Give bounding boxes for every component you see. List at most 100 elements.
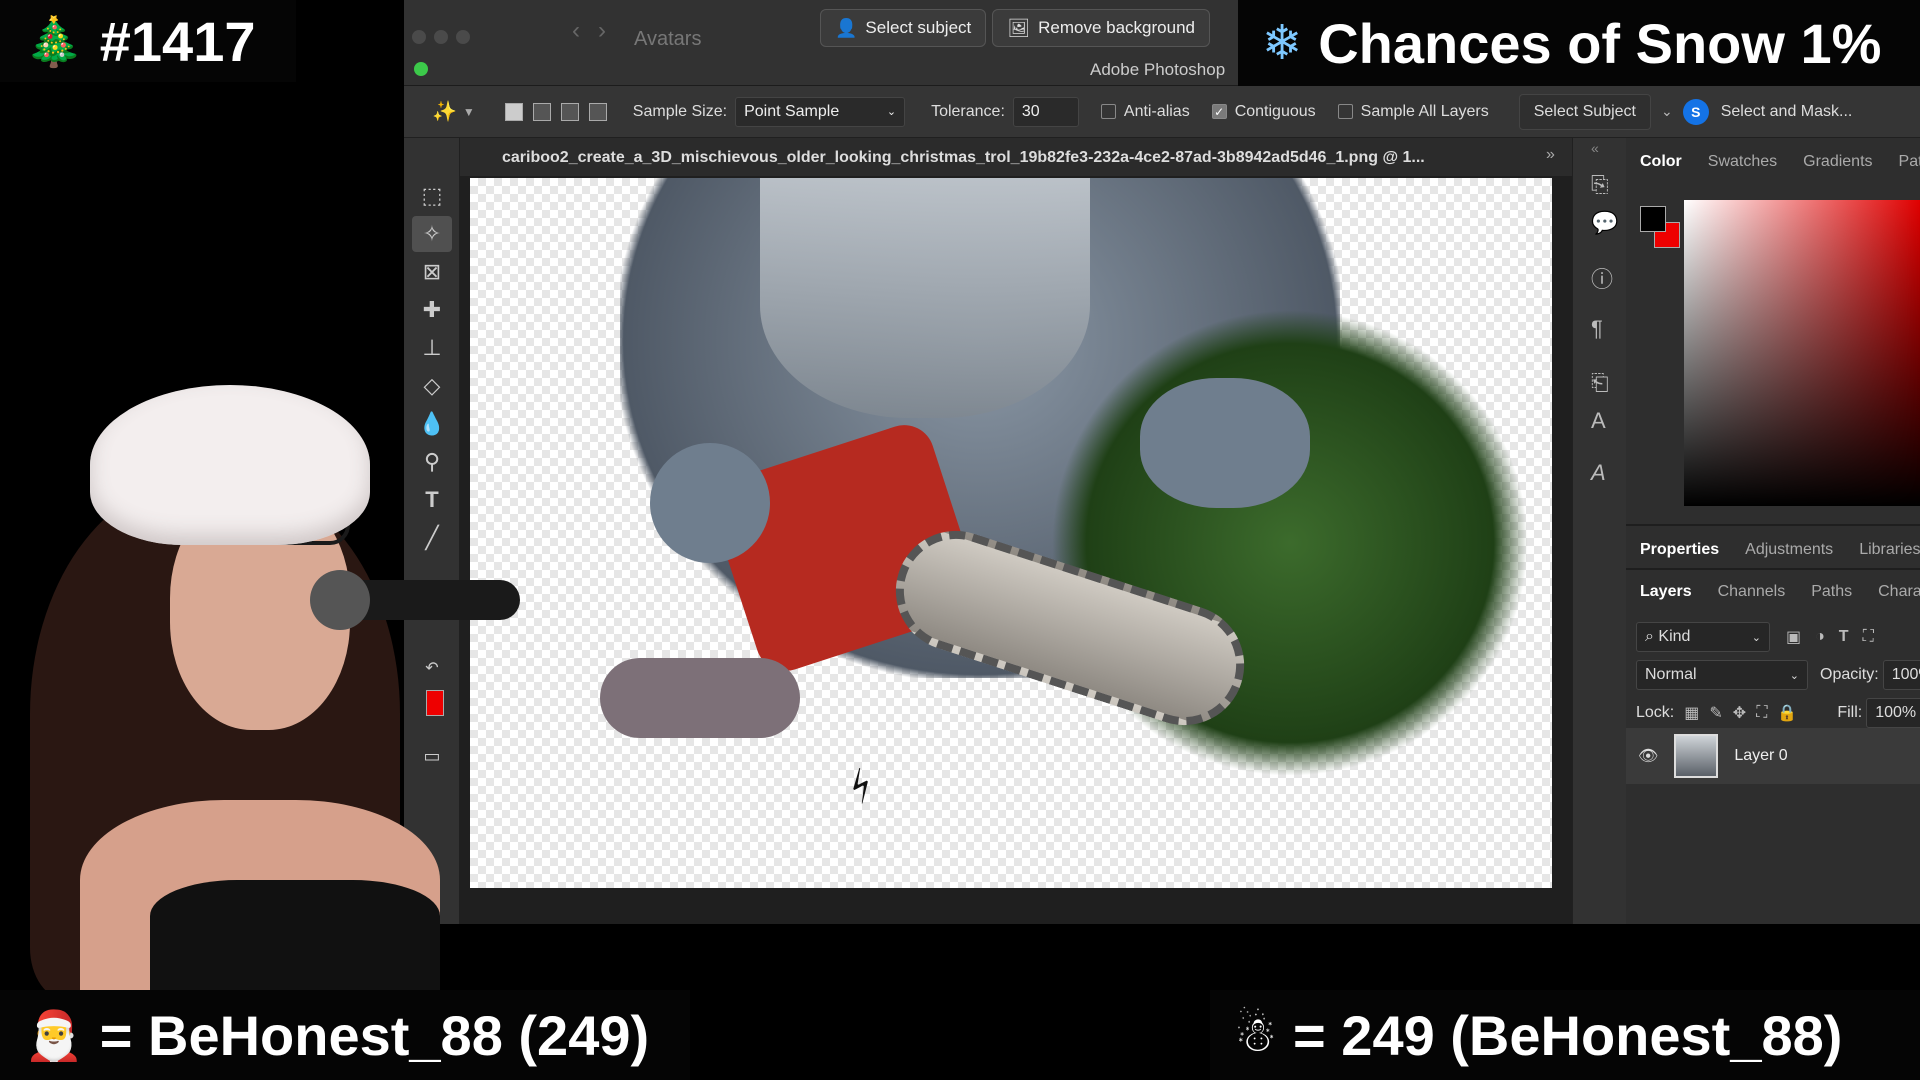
eye-icon[interactable]: 👁 xyxy=(1638,746,1658,766)
fill-input[interactable]: 100% xyxy=(1866,698,1920,728)
intersect-selection-mode-button[interactable] xyxy=(588,102,607,121)
contiguous-label: Contiguous xyxy=(1234,102,1316,120)
close-window-button[interactable] xyxy=(412,30,426,44)
leaderboard-left: 🎅 = BeHonest_88 (249) xyxy=(0,990,690,1080)
tab-patterns[interactable]: Patt xyxy=(1899,153,1920,171)
new-selection-mode-button[interactable] xyxy=(504,102,523,121)
tool-preset-chevron-icon[interactable]: ▼ xyxy=(463,105,475,119)
tab-channels[interactable]: Channels xyxy=(1718,583,1786,601)
leaderboard-left-text: = BeHonest_88 (249) xyxy=(99,1003,650,1067)
pixel-filter-icon[interactable]: ▣ xyxy=(1786,627,1801,647)
lock-position-icon[interactable]: ✥ xyxy=(1733,703,1746,723)
fill-label: Fill: xyxy=(1837,704,1863,721)
color-panel-tabs: Color Swatches Gradients Patt xyxy=(1626,142,1920,182)
add-selection-mode-button[interactable] xyxy=(532,102,551,121)
sample-all-layers-checkbox[interactable] xyxy=(1337,104,1353,119)
santa-emoji-icon: 🎅 xyxy=(24,1007,84,1064)
layers-panel-tabs: Layers Channels Paths Charac xyxy=(1626,572,1920,612)
tab-character[interactable]: Charac xyxy=(1878,583,1920,601)
tab-libraries[interactable]: Libraries xyxy=(1859,541,1920,559)
character-styles-icon[interactable]: A xyxy=(1591,408,1606,434)
troll-hand-right-image xyxy=(1140,378,1310,508)
app-title: Adobe Photoshop xyxy=(1090,60,1226,79)
healing-brush-icon[interactable]: ✚ xyxy=(412,292,452,328)
troll-beard-image xyxy=(760,178,1090,418)
home-tab-avatars[interactable]: Avatars xyxy=(634,28,701,51)
troll-hand-left-image xyxy=(650,443,770,563)
zoom-window-button[interactable] xyxy=(456,30,470,44)
history-icon[interactable]: ⎘ xyxy=(1591,172,1609,198)
info-icon[interactable]: ⓘ xyxy=(1591,262,1613,294)
minimize-window-button[interactable] xyxy=(434,30,448,44)
document-tab[interactable]: cariboo2_create_a_3D_mischievous_older_l… xyxy=(460,140,1638,176)
contiguous-checkbox[interactable]: ✓ xyxy=(1211,104,1227,119)
select-subject-label: Select subject xyxy=(865,18,972,37)
tab-gradients[interactable]: Gradients xyxy=(1803,153,1872,171)
microphone xyxy=(310,570,370,630)
canvas[interactable]: ⚡ xyxy=(470,178,1552,888)
opacity-input[interactable]: 100% xyxy=(1882,660,1920,690)
type-filter-icon[interactable]: T xyxy=(1839,628,1849,646)
color-picker-field[interactable] xyxy=(1684,200,1920,506)
comments-icon[interactable]: 💬 xyxy=(1591,210,1618,236)
tab-adjustments[interactable]: Adjustments xyxy=(1745,541,1833,559)
collapse-icon[interactable]: « xyxy=(1591,140,1599,156)
foreground-color-swatch[interactable] xyxy=(1640,206,1666,232)
right-panels: Color Swatches Gradients Patt Properties… xyxy=(1626,138,1920,924)
select-subject-button[interactable]: 👤 Select subject xyxy=(820,9,987,47)
tolerance-label: Tolerance: xyxy=(931,102,1005,120)
home-navigation: ‹ › Avatars xyxy=(572,10,701,51)
select-subject-chevron-icon[interactable]: ⌄ xyxy=(1661,103,1673,120)
magic-wand-tool-icon[interactable]: ✨ xyxy=(432,99,457,124)
paragraph-icon[interactable]: ¶ xyxy=(1591,316,1603,342)
blend-mode-dropdown[interactable]: Normal ⌄ xyxy=(1636,660,1808,690)
back-chevron-icon[interactable]: ‹ xyxy=(572,17,580,45)
lock-all-icon[interactable]: 🔒 xyxy=(1777,703,1797,723)
shape-filter-icon[interactable]: ⛶ xyxy=(1863,628,1874,646)
paragraph-styles-icon[interactable]: ⎗ xyxy=(1591,370,1609,396)
chevron-down-icon: ⌄ xyxy=(886,106,897,118)
panel-divider xyxy=(1626,568,1920,570)
webcam-santa-hat xyxy=(90,385,370,545)
anti-alias-checkbox[interactable] xyxy=(1100,104,1116,119)
panel-expand-icon[interactable]: » xyxy=(1546,146,1555,164)
layer-kind-dropdown[interactable]: ⌕ Kind ⌄ xyxy=(1636,622,1770,652)
blend-mode-value: Normal xyxy=(1645,666,1697,683)
tolerance-value: 30 xyxy=(1021,102,1040,120)
person-icon: 👤 xyxy=(835,17,858,38)
forward-chevron-icon[interactable]: › xyxy=(598,17,606,45)
select-subject-option-button[interactable]: Select Subject xyxy=(1518,93,1651,130)
image-icon: 🖼 xyxy=(1007,17,1031,38)
account-badge[interactable]: S xyxy=(1682,98,1709,125)
glyphs-icon[interactable]: A xyxy=(1591,460,1606,486)
blend-row: Normal ⌄ Opacity: 100% xyxy=(1636,660,1920,690)
remove-background-button[interactable]: 🖼 Remove background xyxy=(992,9,1210,47)
lock-transparent-icon[interactable]: ▦ xyxy=(1684,703,1699,723)
lock-artboard-icon[interactable]: ⛶ xyxy=(1756,704,1767,722)
tab-swatches[interactable]: Swatches xyxy=(1708,153,1777,171)
tolerance-input[interactable]: 30 xyxy=(1012,96,1079,127)
magic-wand-icon[interactable]: ✧ xyxy=(412,216,452,252)
sample-size-dropdown[interactable]: Point Sample ⌄ xyxy=(735,96,906,127)
tab-color[interactable]: Color xyxy=(1640,153,1682,171)
snow-chance-text: Chances of Snow 1% xyxy=(1318,11,1882,75)
select-and-mask-button[interactable]: Select and Mask... xyxy=(1721,103,1853,121)
layer-row[interactable]: 👁 Layer 0 xyxy=(1626,728,1920,784)
frame-tool-icon[interactable]: ⊠ xyxy=(412,254,452,290)
properties-panel-tabs: Properties Adjustments Libraries xyxy=(1626,530,1920,570)
webcam-top xyxy=(150,880,440,992)
lock-image-icon[interactable]: ✎ xyxy=(1709,703,1722,723)
sample-size-label: Sample Size: xyxy=(632,102,728,120)
tab-paths[interactable]: Paths xyxy=(1811,583,1852,601)
subtract-selection-mode-button[interactable] xyxy=(560,102,579,121)
adjustment-filter-icon[interactable]: ◑ xyxy=(1815,628,1825,646)
status-dot xyxy=(414,62,428,76)
webcam-feed xyxy=(0,360,520,992)
marquee-tool-icon[interactable]: ⬚ xyxy=(412,178,452,214)
opacity-label: Opacity: xyxy=(1820,666,1879,683)
layer-name[interactable]: Layer 0 xyxy=(1734,747,1787,765)
sample-all-layers-label: Sample All Layers xyxy=(1360,102,1489,120)
chevron-down-icon: ⌄ xyxy=(1751,631,1761,644)
tab-properties[interactable]: Properties xyxy=(1640,541,1719,559)
tab-layers[interactable]: Layers xyxy=(1640,583,1692,601)
